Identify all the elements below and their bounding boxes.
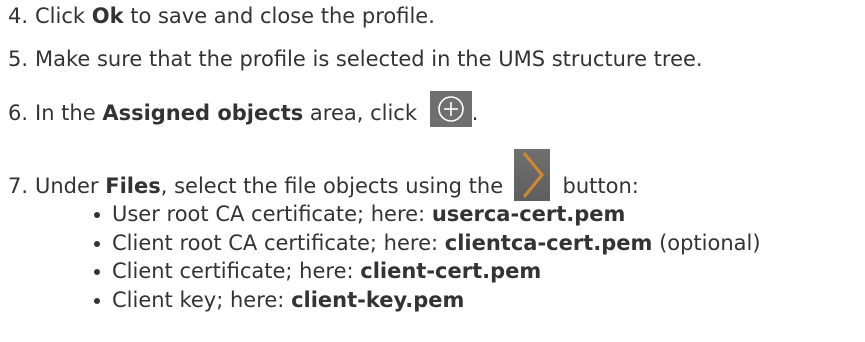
list-item: Client root CA certificate; here: client… xyxy=(92,229,761,258)
file-list: User root CA certificate; here: userca-c… xyxy=(92,200,761,314)
step-6: 6. In the Assigned objects area, click . xyxy=(8,91,479,127)
chevron-right-icon xyxy=(513,149,550,201)
list-item: Client key; here: client-key.pem xyxy=(92,286,761,315)
step-7: 7. Under Files, select the file objects u… xyxy=(8,149,639,201)
file-name: client-key.pem xyxy=(291,287,465,312)
assigned-objects-label: Assigned objects xyxy=(102,101,304,125)
step-4: 4. Click Ok to save and close the profile… xyxy=(8,2,435,30)
step-number: 6. xyxy=(8,101,29,125)
file-name: clientca-cert.pem xyxy=(444,230,653,255)
step-text: area, click xyxy=(303,101,424,125)
files-label: Files xyxy=(105,174,161,198)
step-5: 5. Make sure that the profile is selected… xyxy=(8,45,703,73)
step-text: to save and close the profile. xyxy=(123,4,435,28)
step-text: Make sure that the profile is selected i… xyxy=(35,47,703,71)
step-number: 5. xyxy=(8,47,29,71)
step-text: . xyxy=(471,101,479,125)
step-text: Under xyxy=(35,174,106,198)
step-text: Click xyxy=(35,4,92,28)
step-number: 4. xyxy=(8,4,29,28)
file-name: client-cert.pem xyxy=(360,259,542,283)
step-number: 7. xyxy=(8,174,29,198)
file-name: userca-cert.pem xyxy=(431,202,626,226)
list-item: Client certificate; here: client-cert.pe… xyxy=(92,257,761,286)
step-text: In the xyxy=(35,101,103,125)
step-text: , select the file objects using the xyxy=(160,174,510,198)
list-item: User root CA certificate; here: userca-c… xyxy=(92,200,761,229)
add-circle-icon xyxy=(429,91,472,127)
step-text: button: xyxy=(555,174,639,198)
ok-label: Ok xyxy=(91,4,124,28)
